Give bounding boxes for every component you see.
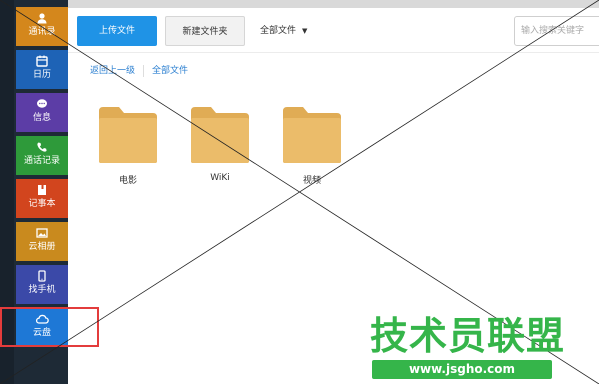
- cloud-drive-highlight: [0, 307, 99, 347]
- top-strip: [68, 0, 599, 8]
- phone-icon: [37, 142, 47, 152]
- calendar-icon: [36, 55, 48, 67]
- folder-icon: [283, 107, 341, 163]
- watermark-title: 技术员联盟: [370, 314, 566, 358]
- sidebar-item-label: 日历: [32, 70, 51, 80]
- sidebar-item-label: 找手机: [28, 285, 56, 295]
- watermark-url: www.jsgho.com: [372, 360, 552, 379]
- toolbar-divider: [68, 52, 599, 53]
- upload-button[interactable]: 上传文件: [77, 16, 157, 46]
- sidebar-item-label: 信息: [32, 113, 51, 123]
- folder-icon: [99, 107, 157, 163]
- folder-icon: [191, 107, 249, 163]
- toolbar: 上传文件 新建文件夹 全部文件 ▼: [68, 8, 599, 52]
- file-filter-label: 全部文件: [260, 26, 297, 36]
- breadcrumb-current[interactable]: 全部文件: [152, 66, 188, 76]
- breadcrumb-separator: [143, 64, 145, 77]
- contacts-icon: [37, 13, 47, 24]
- sidebar-item-contacts[interactable]: 通讯录: [16, 7, 68, 46]
- chevron-down-icon: ▼: [302, 27, 308, 35]
- file-filter-dropdown[interactable]: 全部文件 ▼: [260, 16, 307, 46]
- back-link[interactable]: 返回上一级: [90, 66, 135, 76]
- folder-name: WiKi: [210, 173, 230, 183]
- search-input[interactable]: [514, 16, 599, 46]
- find-phone-icon: [38, 270, 46, 282]
- folder-item[interactable]: 视频: [280, 105, 344, 186]
- new-folder-button[interactable]: 新建文件夹: [165, 16, 245, 46]
- photo-icon: [36, 228, 48, 238]
- sidebar-item-label: 通话记录: [23, 156, 60, 166]
- sidebar-item-label: 云相册: [28, 242, 56, 252]
- message-icon: [37, 99, 47, 108]
- notebook-icon: [38, 185, 46, 195]
- breadcrumb: 返回上一级 全部文件: [90, 63, 188, 77]
- sidebar-item-cloud-album[interactable]: 云相册: [16, 222, 68, 261]
- folder-name: 视频: [302, 176, 321, 186]
- sidebar-item-call-log[interactable]: 通话记录: [16, 136, 68, 175]
- folder-item[interactable]: WiKi: [188, 105, 252, 183]
- folder-name: 电影: [118, 176, 137, 186]
- sidebar-item-find-phone[interactable]: 找手机: [16, 265, 68, 304]
- sidebar-item-calendar[interactable]: 日历: [16, 50, 68, 89]
- sidebar-item-label: 记事本: [28, 199, 56, 209]
- sidebar-item-notebook[interactable]: 记事本: [16, 179, 68, 218]
- folder-item[interactable]: 电影: [96, 105, 160, 186]
- sidebar-item-label: 通讯录: [28, 27, 56, 37]
- sidebar-item-messages[interactable]: 信息: [16, 93, 68, 132]
